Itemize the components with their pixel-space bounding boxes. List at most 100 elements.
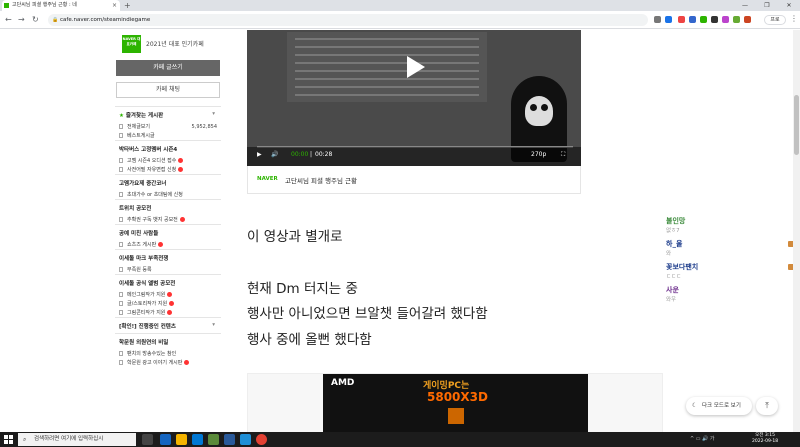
video-caption[interactable]: NAVER 고단씨님 피셜 행주님 근황 (247, 166, 581, 194)
play-small-icon[interactable]: ▶ (257, 151, 262, 158)
chrome-icon[interactable] (256, 434, 267, 445)
menu-section-header[interactable]: 고멤가요제 중간코너 (115, 174, 221, 190)
video-frame-document (287, 32, 487, 102)
close-window-icon[interactable]: ✕ (778, 0, 800, 11)
scrollbar-thumb[interactable] (794, 95, 799, 155)
minimize-icon[interactable]: — (734, 0, 756, 11)
menu-kebab-icon[interactable]: ⋮ (790, 14, 798, 23)
menu-item[interactable]: 추확권 구독 뱃지 공모전 (115, 215, 221, 224)
browser-tab[interactable]: 고단씨님 피셜 행주님 근황 : 네 × (2, 0, 120, 11)
page-content: NAVER 대표카페 2021년 대표 인기카페 카페 글쓰기 카페 채팅 ★ … (0, 30, 800, 432)
menu-item[interactable]: 메인그림작가 지원 (115, 290, 221, 299)
board-icon (119, 192, 123, 197)
page-scrollbar[interactable] (793, 30, 800, 432)
user-list-item[interactable]: 꽃보다팬치 ㄷㄷㄷ (666, 262, 796, 285)
menu-section-title: 트위치 공모전 (119, 206, 152, 212)
menu-section-header[interactable]: [확인!] 진행중인 컨텐츠 ▾ (115, 317, 221, 333)
maximize-icon[interactable]: ❐ (756, 0, 778, 11)
edge-icon[interactable] (160, 434, 171, 445)
taskbar-search-placeholder: 검색하려면 여기에 입력하십시 (34, 436, 104, 442)
menu-section-header[interactable]: 공예 미친 사람들 (115, 224, 221, 240)
menu-section-header[interactable]: ★ 즐겨찾는 게시판 ▾ (115, 106, 221, 122)
user-name: 사운 (666, 286, 679, 294)
new-badge-icon (178, 157, 184, 163)
dark-mode-button[interactable]: ☾ 다크 모드로 보기 (686, 397, 752, 415)
file-explorer-icon[interactable] (176, 434, 187, 445)
profile-button[interactable]: 프로 (764, 15, 786, 25)
user-list-item[interactable]: 사운 와우 (666, 285, 796, 308)
volume-icon[interactable]: 🔊 (271, 151, 278, 158)
extension-icon[interactable] (711, 16, 718, 23)
taskbar-clock[interactable]: 오전 3:15 2022-09-18 (752, 433, 778, 445)
user-list-item[interactable]: 불인망 없ㅎ7 (666, 216, 796, 239)
task-view-icon[interactable] (142, 434, 153, 445)
menu-item-label: 팬치의 방송수있는 참인 (127, 350, 177, 357)
taskbar-search-input[interactable]: ⌕ 검색하려면 여기에 입력하십시 (18, 433, 136, 446)
menu-item[interactable]: 글/스토리작가 지원 (115, 299, 221, 308)
extension-icon[interactable] (722, 16, 729, 23)
forward-icon[interactable]: → (18, 15, 25, 24)
video-player[interactable]: ▶ 🔊 00:00 | 00:28 270p ⛶ (247, 30, 581, 166)
cafe-chat-button[interactable]: 카페 채팅 (116, 82, 220, 98)
menu-section-header[interactable]: 박타버스 고정멤버 시즌4 (115, 140, 221, 156)
bookmark-star-icon[interactable] (665, 16, 672, 23)
vscode-icon[interactable] (240, 434, 251, 445)
play-icon[interactable] (397, 52, 427, 82)
menu-section-header[interactable]: 학문원 외원연의 비밀 (115, 333, 221, 349)
menu-item[interactable]: 사전어필 자유면접 신청 (115, 165, 221, 174)
windows-start-icon[interactable] (4, 435, 13, 444)
address-bar[interactable]: 🔒 cafe.naver.com/steamindiegame (48, 14, 648, 26)
window-controls: — ❐ ✕ (734, 0, 800, 11)
menu-item[interactable]: 쇼츠즈 게시판 (115, 240, 221, 249)
video-time-current: 00:00 (291, 151, 309, 158)
tab-close-icon[interactable]: × (112, 0, 117, 11)
menu-section-header[interactable]: 이세돌 마크 부족전쟁 (115, 249, 221, 265)
menu-section-header[interactable]: 이세돌 공식 앨범 공모전 (115, 274, 221, 290)
menu-item-label: 사전어필 자유면접 신청 (127, 166, 177, 173)
collapse-arrow-icon[interactable]: ▾ (212, 111, 215, 117)
menu-item[interactable]: 팬치의 방송수있는 참인 (115, 349, 221, 358)
write-post-button[interactable]: 카페 글쓰기 (116, 60, 220, 76)
reload-icon[interactable]: ↻ (32, 15, 39, 24)
menu-item[interactable]: 전체글보기 5,952,854 (115, 122, 221, 131)
video-time-sep: | (310, 151, 313, 158)
menu-section-header[interactable]: 트위치 공모전 (115, 199, 221, 215)
amd-ad-banner[interactable]: AMD 게이밍PC는 5800X3D (323, 374, 588, 432)
menu-item-label: 글/스토리작가 지원 (127, 300, 168, 307)
user-name: 꽃보다팬치 (666, 263, 699, 271)
menu-item-label: 그림콘티작가 지원 (127, 309, 166, 316)
share-icon[interactable] (654, 16, 661, 23)
extension-icon[interactable] (689, 16, 696, 23)
board-icon (119, 292, 123, 297)
collapse-arrow-icon[interactable]: ▾ (212, 322, 215, 328)
app-icon[interactable] (224, 434, 235, 445)
minecraft-icon[interactable] (208, 434, 219, 445)
quality-selector[interactable]: 270p (531, 151, 546, 158)
extension-icon[interactable] (733, 16, 740, 23)
video-caption-title: 고단씨님 피셜 행주님 근황 (285, 177, 357, 185)
ad-brand: AMD (331, 378, 355, 388)
extension-icon[interactable] (744, 16, 751, 23)
user-list-item[interactable]: 하_울 와 (666, 239, 796, 262)
back-icon[interactable]: ← (5, 15, 12, 24)
extension-icon[interactable] (700, 16, 707, 23)
naver-favicon-icon (4, 3, 9, 8)
post-count: 5,952,854 (191, 123, 217, 130)
menu-item[interactable]: 부족원 등록 (115, 265, 221, 274)
new-badge-icon (167, 291, 173, 297)
system-tray[interactable]: ^ ▭ 🔊 가 (690, 435, 715, 442)
board-icon (119, 158, 123, 163)
scroll-to-top-button[interactable]: ⤒ (756, 397, 778, 415)
menu-item[interactable]: 학문원 광고 이야기 게시판 (115, 358, 221, 367)
menu-item[interactable]: 베스트게시글 (115, 131, 221, 140)
new-tab-button[interactable]: + (124, 0, 131, 11)
menu-section-title: 박타버스 고정멤버 시즌4 (119, 147, 178, 153)
fullscreen-icon[interactable]: ⛶ (561, 151, 565, 159)
menu-section-title: 공예 미친 사람들 (119, 231, 159, 237)
store-icon[interactable] (192, 434, 203, 445)
menu-item[interactable]: 그림콘티작가 지원 (115, 308, 221, 317)
menu-item[interactable]: 고멤 시즌4 오디션 접수 (115, 156, 221, 165)
extension-icon[interactable] (678, 16, 685, 23)
user-comment: ㄷㄷㄷ (666, 274, 682, 280)
menu-item[interactable]: 초대가수 or 초대팀에 신청 (115, 190, 221, 199)
